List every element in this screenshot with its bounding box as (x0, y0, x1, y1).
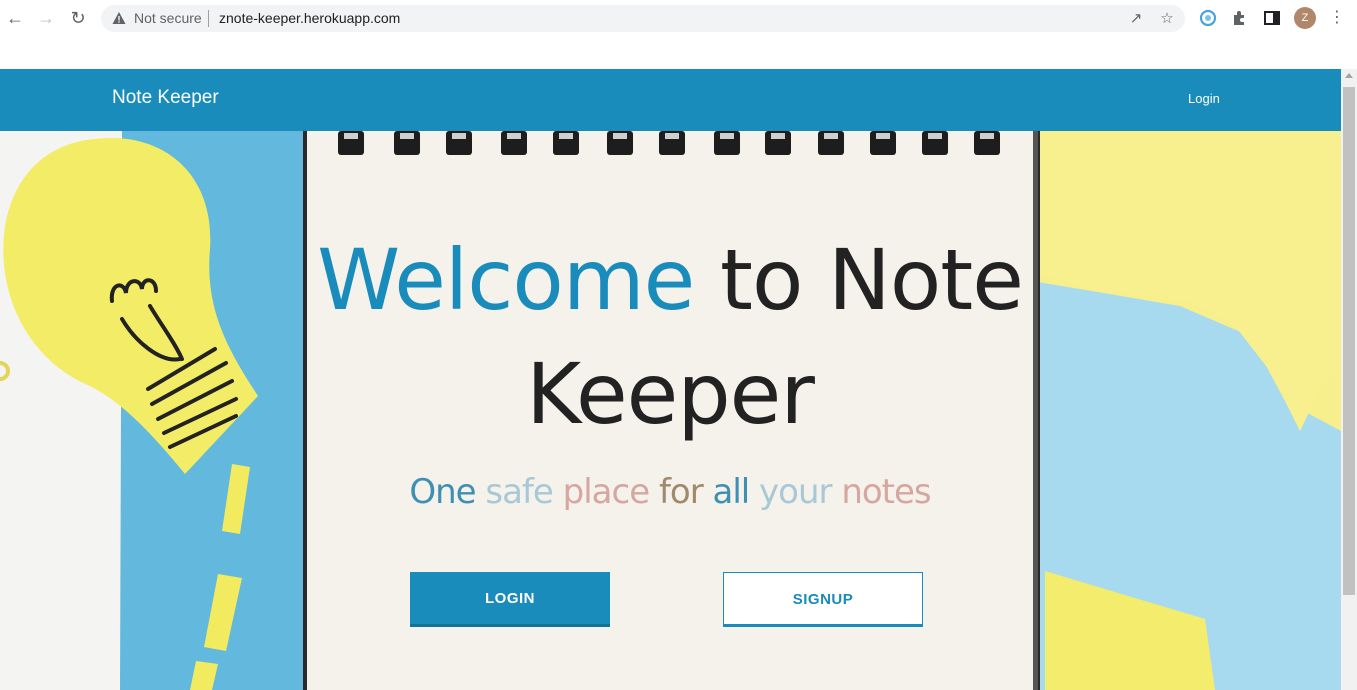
hero-title: Welcome to Note Keeper (310, 223, 1030, 451)
share-icon[interactable]: ↗ (1127, 10, 1145, 28)
url-text[interactable]: znote-keeper.herokuapp.com (219, 10, 400, 26)
brand-link[interactable]: Note Keeper (112, 87, 219, 109)
tagline-word: One (409, 472, 476, 512)
forward-arrow-icon[interactable]: → (35, 7, 57, 29)
tagline-word: for (658, 472, 704, 512)
page-viewport: Note Keeper Login Welcome to Note Keeper… (0, 69, 1357, 690)
back-arrow-icon[interactable]: ← (4, 7, 26, 29)
more-menu-icon[interactable]: ⋮ (1327, 8, 1347, 28)
extension-circle-icon[interactable] (1198, 8, 1218, 28)
extensions-puzzle-icon[interactable] (1230, 8, 1250, 28)
hero-title-accent: Welcome (317, 231, 695, 329)
scrollbar-thumb[interactable] (1343, 87, 1355, 595)
tagline-word: your (759, 472, 832, 512)
reload-icon[interactable]: ↻ (67, 7, 89, 29)
warning-icon[interactable] (112, 11, 126, 25)
login-button[interactable]: LOGIN (410, 572, 610, 627)
side-panel-icon[interactable] (1262, 8, 1282, 28)
tagline-word: notes (841, 472, 931, 512)
top-navbar: Note Keeper Login (0, 69, 1341, 131)
nav-login-link[interactable]: Login (1188, 91, 1220, 106)
tagline-word: all (712, 472, 751, 512)
hero-section: Welcome to Note Keeper One safe place fo… (0, 131, 1341, 690)
hero-tagline: One safe place for all your notes (310, 472, 1030, 512)
scroll-up-arrow-icon[interactable] (1345, 73, 1353, 78)
signup-button[interactable]: SIGNUP (723, 572, 923, 627)
tagline-word: place (562, 472, 650, 512)
bookmark-star-icon[interactable]: ☆ (1158, 10, 1176, 28)
browser-toolbar: ← → ↻ Not secure znote-keeper.herokuapp.… (0, 0, 1357, 69)
tagline-word: safe (485, 472, 553, 512)
address-bar[interactable]: Not secure znote-keeper.herokuapp.com ↗ … (101, 5, 1185, 32)
security-label[interactable]: Not secure (134, 10, 202, 26)
profile-avatar[interactable]: Z (1294, 7, 1316, 29)
omnibox-divider (208, 10, 209, 27)
